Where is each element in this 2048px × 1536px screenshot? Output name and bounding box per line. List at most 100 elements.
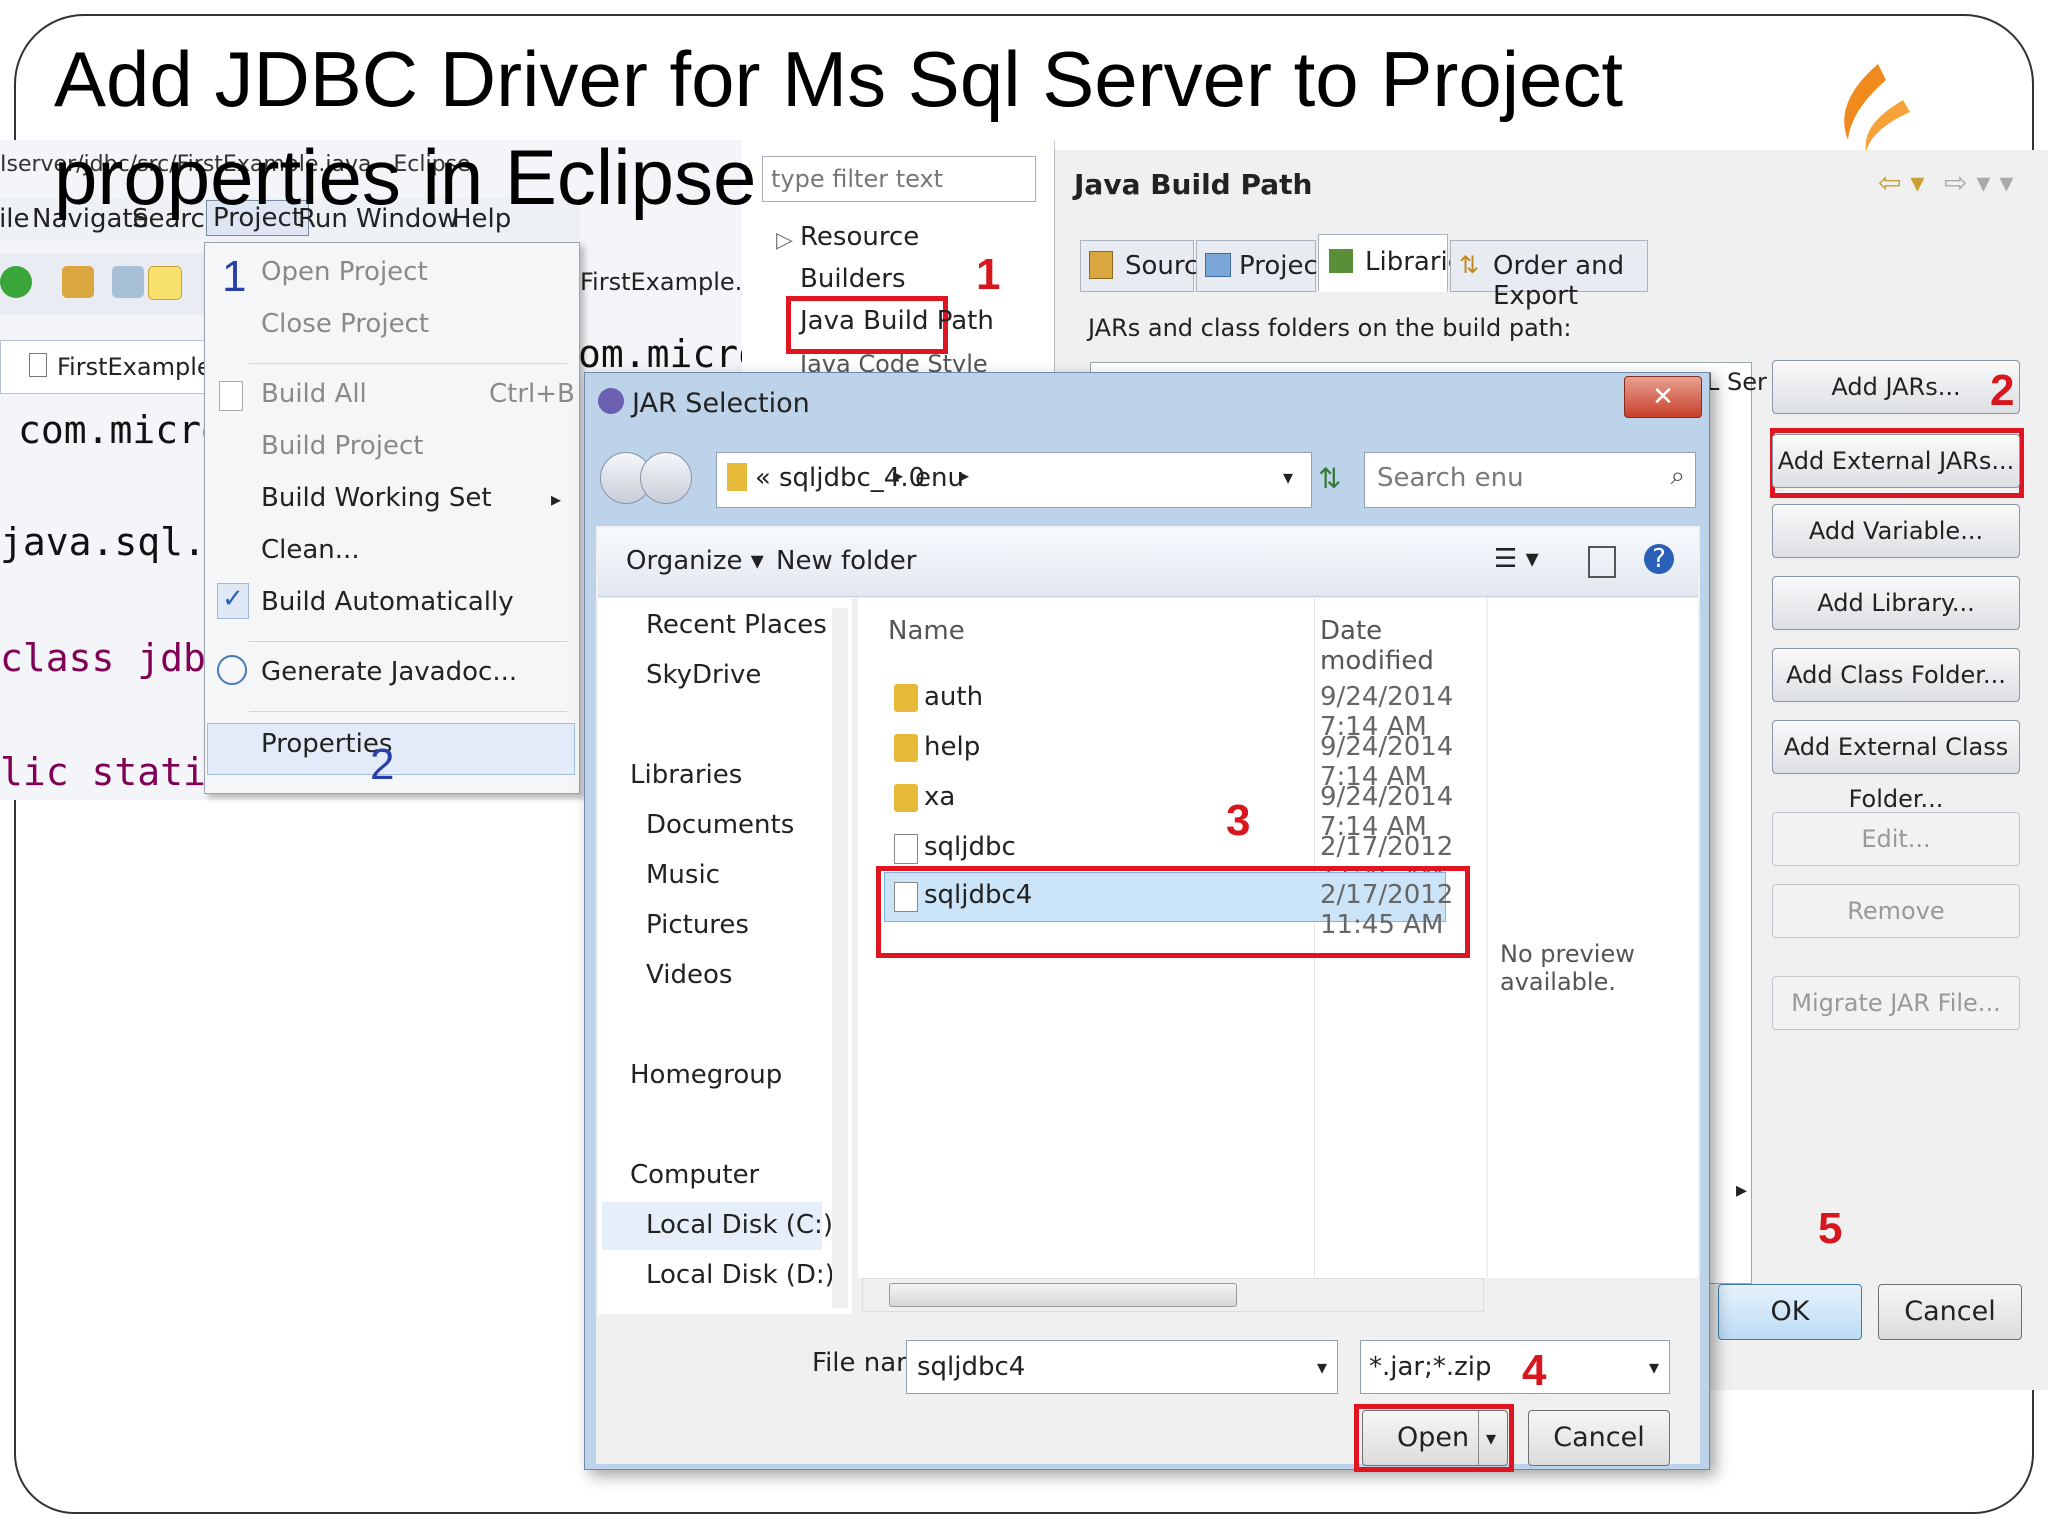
step-number-2: 2: [370, 740, 395, 789]
nav-scrollbar[interactable]: [832, 608, 848, 1308]
menu-item-generate-javadoc[interactable]: Generate Javadoc...: [261, 657, 517, 687]
menu-separator: [249, 363, 567, 364]
nav-libraries[interactable]: Libraries: [630, 760, 742, 790]
organize-button[interactable]: Organize ▾: [626, 546, 764, 576]
breadcrumb-enu[interactable]: enu: [915, 463, 964, 493]
dropdown-icon[interactable]: ▾: [1649, 1341, 1659, 1393]
migrate-jar-button[interactable]: Migrate JAR File...: [1772, 976, 2020, 1030]
menu-item-build-working-set[interactable]: Build Working Set: [261, 483, 492, 513]
tree-item-java-build-path[interactable]: Java Build Path: [800, 306, 994, 336]
breadcrumb-arrow-icon: ▸: [959, 463, 970, 487]
new-folder-button[interactable]: New folder: [776, 546, 916, 576]
folder-icon: [727, 463, 747, 491]
tab-order-export[interactable]: ⇅ Order and Export: [1450, 240, 1648, 311]
nav-music[interactable]: Music: [646, 860, 720, 890]
scroll-right-icon[interactable]: ▸: [1736, 1178, 1747, 1203]
preview-pane: No preview available.: [1488, 598, 1698, 1278]
dropdown-icon[interactable]: ▾: [1317, 1341, 1327, 1393]
step-number-3: 3: [1226, 796, 1251, 845]
search-icon[interactable]: [112, 266, 144, 298]
add-jars-button[interactable]: Add JARs...: [1772, 360, 2020, 414]
file-name[interactable]: auth: [924, 682, 983, 712]
menu-separator: [249, 711, 567, 712]
menu-item-clean[interactable]: Clean...: [261, 535, 360, 565]
submenu-arrow-icon: ▸: [551, 487, 562, 511]
forward-button-icon[interactable]: [640, 452, 692, 504]
nav-homegroup[interactable]: Homegroup: [630, 1060, 782, 1090]
preview-pane-icon[interactable]: [1588, 546, 1616, 578]
folder-icon: [894, 684, 918, 712]
nav-skydrive[interactable]: SkyDrive: [646, 660, 761, 690]
address-dropdown-icon[interactable]: ▾: [1283, 465, 1293, 489]
nav-computer[interactable]: Computer: [630, 1160, 759, 1190]
add-external-class-folder-button[interactable]: Add External Class Folder...: [1772, 720, 2020, 813]
dialog-icon: [598, 388, 624, 414]
view-options-icon[interactable]: ☰ ▾: [1494, 544, 1539, 574]
tab-projects[interactable]: Projects: [1196, 240, 1342, 292]
nav-videos[interactable]: Videos: [646, 960, 732, 990]
file-name[interactable]: xa: [924, 782, 955, 812]
open-button[interactable]: Open ▾: [1362, 1410, 1508, 1466]
nav-recent-places[interactable]: Recent Places: [646, 610, 827, 640]
slide-title: Add JDBC Driver for Ms Sql Server to Pro…: [54, 35, 1624, 221]
preview-text: No preview available.: [1500, 940, 1635, 996]
menu-file[interactable]: File: [0, 204, 30, 234]
checkmark-icon: ✓: [217, 583, 249, 619]
dialog-cancel-button[interactable]: Cancel: [1528, 1410, 1670, 1466]
open-type-icon[interactable]: [62, 266, 94, 298]
jar-file-icon: [894, 834, 918, 864]
column-date-modified[interactable]: Date modified: [1320, 616, 1486, 676]
tree-item-builders[interactable]: Builders: [800, 264, 906, 294]
shortcut-ctrl-b: Ctrl+B: [489, 379, 575, 409]
horizontal-scrollbar[interactable]: [862, 1278, 1484, 1312]
menu-item-build-automatically[interactable]: Build Automatically: [261, 587, 514, 617]
search-input[interactable]: Search enu ⌕: [1364, 452, 1696, 508]
tab-libraries[interactable]: Libraries: [1318, 234, 1477, 292]
tree-expand-icon[interactable]: ▷: [776, 228, 793, 253]
add-class-folder-button[interactable]: Add Class Folder...: [1772, 648, 2020, 702]
javadoc-icon: [217, 655, 247, 685]
file-name[interactable]: help: [924, 732, 980, 762]
close-icon[interactable]: ✕: [1624, 376, 1702, 418]
file-name-input[interactable]: sqljdbc4 ▾: [906, 1340, 1338, 1394]
file-name[interactable]: sqljdbc: [924, 832, 1016, 862]
refresh-icon[interactable]: ⇅: [1318, 462, 1341, 495]
code-line: om.micro: [578, 332, 762, 376]
scroll-thumb[interactable]: [889, 1283, 1237, 1307]
project-menu: Open Project Close Project Build All Ctr…: [204, 242, 580, 794]
remove-button[interactable]: Remove: [1772, 884, 2020, 938]
nav-pictures[interactable]: Pictures: [646, 910, 749, 940]
column-name[interactable]: Name: [888, 616, 965, 646]
edit-button[interactable]: Edit...: [1772, 812, 2020, 866]
open-dropdown-icon[interactable]: ▾: [1478, 1411, 1503, 1465]
nav-documents[interactable]: Documents: [646, 810, 794, 840]
menu-separator: [249, 641, 567, 642]
libraries-icon: [1329, 249, 1353, 273]
nav-local-disk-c[interactable]: Local Disk (C:): [646, 1210, 833, 1240]
menu-item-build-all[interactable]: Build All: [261, 379, 367, 409]
back-arrow-icon[interactable]: ⇦ ▾: [1878, 166, 1924, 199]
tab-source[interactable]: Source: [1080, 240, 1214, 292]
help-icon[interactable]: ?: [1644, 544, 1674, 574]
editor-tab[interactable]: FirstExample.java: [0, 340, 270, 394]
add-library-button[interactable]: Add Library...: [1772, 576, 2020, 630]
forward-arrow-icon[interactable]: ⇨ ▾ ▾: [1944, 166, 2013, 199]
add-variable-button[interactable]: Add Variable...: [1772, 504, 2020, 558]
code-line: lic static: [0, 750, 229, 794]
menu-item-build-project[interactable]: Build Project: [261, 431, 424, 461]
folder-icon: [894, 734, 918, 762]
project-icon: [1205, 253, 1231, 277]
dialog-title: JAR Selection: [632, 388, 810, 419]
file-type-select[interactable]: *.jar;*.zip ▾: [1360, 1340, 1670, 1394]
highlight-icon[interactable]: [148, 266, 182, 300]
ok-button[interactable]: OK: [1718, 1284, 1862, 1340]
menu-item-open-project[interactable]: Open Project: [261, 257, 428, 287]
tree-item-resource[interactable]: Resource: [800, 222, 919, 252]
breadcrumb-sqljdbc[interactable]: sqljdbc_4.0: [779, 463, 925, 493]
menu-item-close-project[interactable]: Close Project: [261, 309, 429, 339]
add-external-jars-button[interactable]: Add External JARs...: [1772, 434, 2020, 488]
nav-local-disk-d[interactable]: Local Disk (D:): [646, 1260, 835, 1290]
cancel-button[interactable]: Cancel: [1878, 1284, 2022, 1340]
address-bar[interactable]: « sqljdbc_4.0 ▸ enu ▸ ▾: [716, 452, 1312, 508]
run-icon[interactable]: [0, 266, 32, 298]
